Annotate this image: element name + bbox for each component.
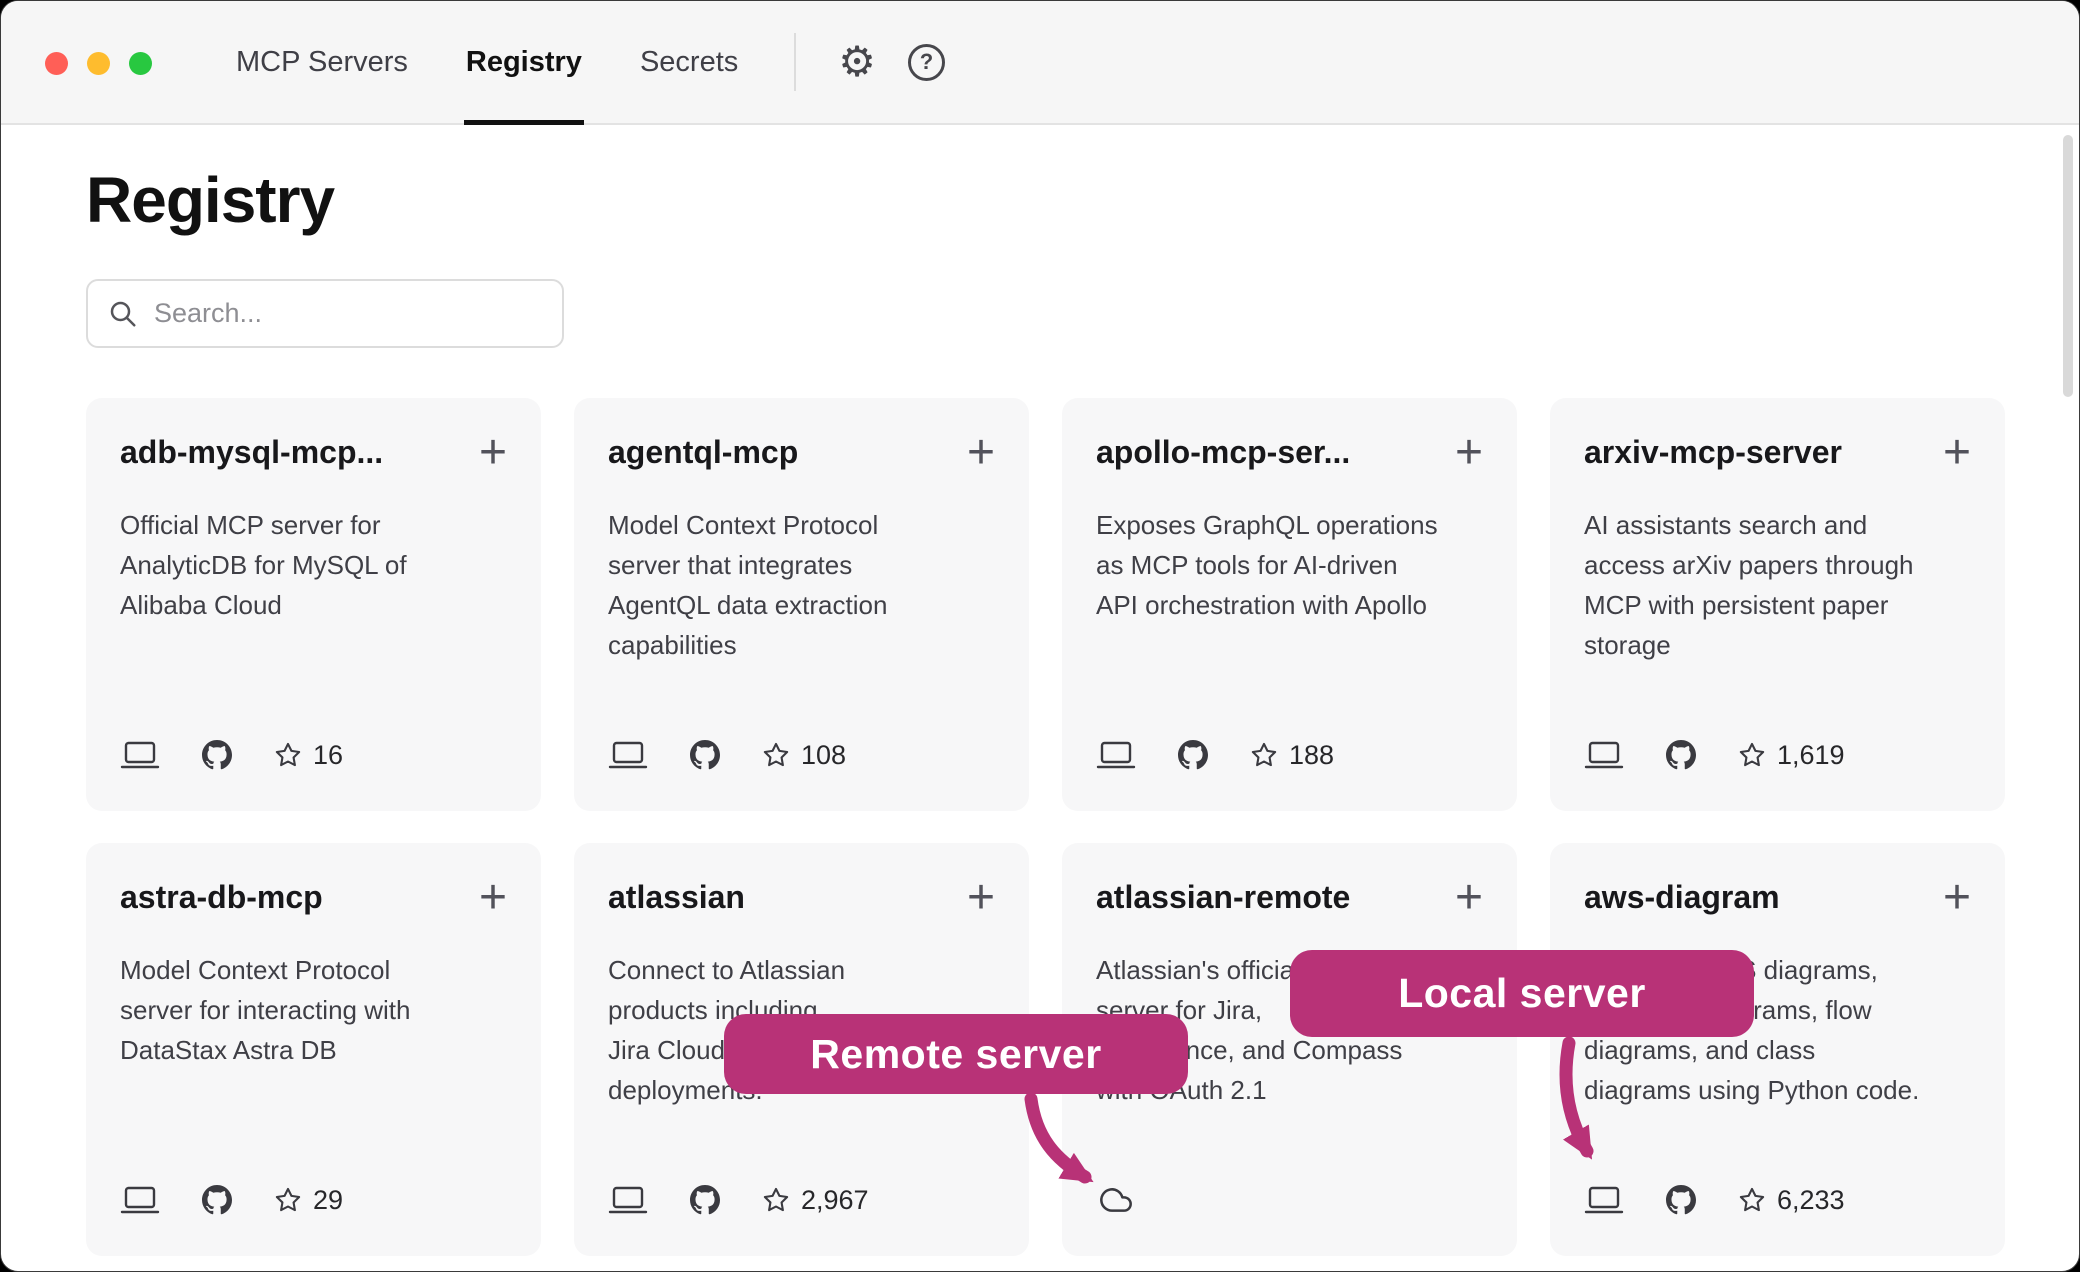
star-count: 29 [274, 1185, 343, 1216]
star-count-value: 108 [801, 740, 846, 771]
star-icon [1738, 741, 1766, 769]
server-description: Model Context Protocol server for intera… [120, 950, 507, 1070]
star-count-value: 1,619 [1777, 740, 1845, 771]
server-card-apollo: apollo-mcp-ser... + Exposes GraphQL oper… [1062, 398, 1517, 811]
server-description: Model Context Protocol server that integ… [608, 505, 995, 665]
star-count: 188 [1250, 740, 1334, 771]
minimize-window-button[interactable] [87, 52, 110, 75]
search-input[interactable] [154, 298, 542, 329]
github-icon [1178, 740, 1208, 770]
zoom-window-button[interactable] [129, 52, 152, 75]
card-footer: 16 [120, 739, 343, 771]
card-footer: 6,233 [1584, 1184, 1845, 1216]
github-icon [202, 1185, 232, 1215]
server-name: atlassian-remote [1096, 879, 1350, 916]
tab-registry[interactable]: Registry [466, 1, 582, 123]
server-name: agentql-mcp [608, 434, 798, 471]
laptop-icon [608, 1184, 648, 1216]
star-count: 2,967 [762, 1185, 869, 1216]
server-card-astra-db: astra-db-mcp + Model Context Protocol se… [86, 843, 541, 1256]
card-footer: 2,967 [608, 1184, 869, 1216]
tab-secrets[interactable]: Secrets [640, 1, 738, 123]
tab-mcp-servers[interactable]: MCP Servers [236, 1, 408, 123]
github-icon [690, 1185, 720, 1215]
laptop-icon [608, 739, 648, 771]
add-server-button[interactable]: + [967, 882, 995, 914]
card-footer [1096, 1184, 1136, 1216]
star-icon [274, 1186, 302, 1214]
close-window-button[interactable] [45, 52, 68, 75]
server-description: Official MCP server for AnalyticDB for M… [120, 505, 507, 625]
search-box [86, 279, 564, 348]
server-description: Exposes GraphQL operations as MCP tools … [1096, 505, 1483, 625]
server-description: Connect to Atlassian products including … [608, 950, 995, 1110]
star-count-value: 16 [313, 740, 343, 771]
toolbar-divider [794, 33, 796, 91]
star-icon [1250, 741, 1278, 769]
server-name: apollo-mcp-ser... [1096, 434, 1350, 471]
star-icon [1738, 1186, 1766, 1214]
app-window: MCP Servers Registry Secrets ⚙ ? Registr… [0, 0, 2080, 1272]
laptop-icon [1584, 739, 1624, 771]
help-icon: ? [908, 44, 945, 81]
registry-page: Registry adb-mysql-mcp... + Official MCP… [1, 125, 2079, 1256]
scrollbar-thumb[interactable] [2063, 135, 2073, 397]
add-server-button[interactable]: + [479, 437, 507, 469]
add-server-button[interactable]: + [967, 437, 995, 469]
card-footer: 188 [1096, 739, 1334, 771]
star-count-value: 2,967 [801, 1185, 869, 1216]
add-server-button[interactable]: + [1455, 437, 1483, 469]
star-count: 16 [274, 740, 343, 771]
add-server-button[interactable]: + [479, 882, 507, 914]
star-count-value: 6,233 [1777, 1185, 1845, 1216]
laptop-icon [1584, 1184, 1624, 1216]
server-card-atlassian-remote: atlassian-remote + Atlassian's official … [1062, 843, 1517, 1256]
star-icon [762, 1186, 790, 1214]
laptop-icon [1096, 739, 1136, 771]
laptop-icon [120, 1184, 160, 1216]
star-icon [274, 741, 302, 769]
add-server-button[interactable]: + [1455, 882, 1483, 914]
star-icon [762, 741, 790, 769]
server-card-agentql: agentql-mcp + Model Context Protocol ser… [574, 398, 1029, 811]
server-description: Atlassian's official server for Jira, Co… [1096, 950, 1483, 1110]
server-name: arxiv-mcp-server [1584, 434, 1842, 471]
star-count: 6,233 [1738, 1185, 1845, 1216]
main-nav: MCP Servers Registry Secrets [236, 1, 738, 123]
star-count: 108 [762, 740, 846, 771]
github-icon [1666, 740, 1696, 770]
server-description: Generate AWS diagrams, sequence diagrams… [1584, 950, 1971, 1110]
server-name: astra-db-mcp [120, 879, 323, 916]
server-name: adb-mysql-mcp... [120, 434, 383, 471]
laptop-icon [120, 739, 160, 771]
server-card-adb-mysql: adb-mysql-mcp... + Official MCP server f… [86, 398, 541, 811]
star-count: 1,619 [1738, 740, 1845, 771]
server-card-grid: adb-mysql-mcp... + Official MCP server f… [86, 398, 2005, 1256]
server-description: AI assistants search and access arXiv pa… [1584, 505, 1971, 665]
server-name: atlassian [608, 879, 745, 916]
card-footer: 1,619 [1584, 739, 1845, 771]
server-card-arxiv: arxiv-mcp-server + AI assistants search … [1550, 398, 2005, 811]
star-count-value: 29 [313, 1185, 343, 1216]
server-card-aws-diagram: aws-diagram + Generate AWS diagrams, seq… [1550, 843, 2005, 1256]
window-controls [45, 52, 152, 75]
add-server-button[interactable]: + [1943, 882, 1971, 914]
server-card-atlassian: atlassian + Connect to Atlassian product… [574, 843, 1029, 1256]
github-icon [202, 740, 232, 770]
add-server-button[interactable]: + [1943, 437, 1971, 469]
server-name: aws-diagram [1584, 879, 1780, 916]
title-bar: MCP Servers Registry Secrets ⚙ ? [1, 1, 2079, 125]
cloud-icon [1096, 1184, 1136, 1216]
github-icon [690, 740, 720, 770]
star-count-value: 188 [1289, 740, 1334, 771]
card-footer: 29 [120, 1184, 343, 1216]
card-footer: 108 [608, 739, 846, 771]
page-title: Registry [86, 163, 2079, 237]
toolbar-actions: ⚙ ? [838, 1, 945, 123]
search-icon [108, 299, 138, 329]
settings-gear-icon[interactable]: ⚙ [838, 41, 876, 83]
github-icon [1666, 1185, 1696, 1215]
help-button[interactable]: ? [908, 44, 945, 81]
